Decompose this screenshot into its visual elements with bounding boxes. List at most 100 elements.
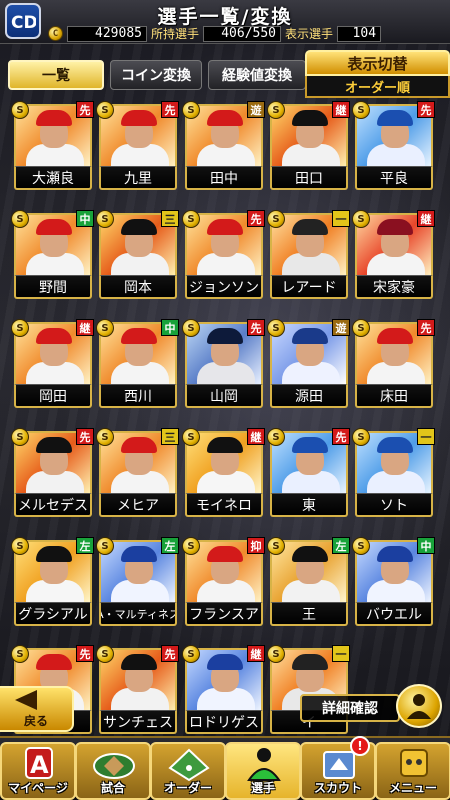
player-name: メルセデス	[14, 493, 92, 517]
coin-count: 429085	[67, 25, 147, 42]
player-cap	[207, 219, 243, 235]
position-badge: 継	[247, 645, 265, 662]
nav-game-label: 試合	[100, 781, 125, 795]
player-card[interactable]: A・マルティネス S 左	[96, 537, 179, 626]
position-badge: 継	[247, 428, 265, 445]
player-cap	[207, 437, 243, 453]
position-badge: 三	[161, 428, 179, 445]
nav-order[interactable]: オーダー	[150, 742, 226, 800]
rank-s-icon: S	[11, 645, 29, 663]
player-cap	[36, 654, 72, 670]
player-cap	[36, 328, 72, 344]
rank-s-icon: S	[182, 319, 200, 337]
player-icon	[247, 748, 281, 781]
player-card[interactable]: 岡本 S 三	[96, 210, 179, 299]
back-button[interactable]: 戻る	[0, 686, 74, 732]
player-name: ソト	[355, 493, 433, 517]
tab-list[interactable]: 一覧	[8, 60, 104, 90]
player-card[interactable]: ソト S 一	[352, 428, 435, 517]
player-card[interactable]: 大瀬良 S 先	[11, 101, 94, 190]
shown-label: 表示選手	[285, 27, 334, 41]
nav-order-label: オーダー	[163, 781, 212, 795]
nav-scout-label: スカウト	[313, 781, 362, 795]
player-cap	[121, 437, 157, 453]
player-name: グラシアル	[14, 602, 92, 626]
player-cap	[121, 110, 157, 126]
display-switch-button[interactable]: 表示切替 オーダー順	[305, 50, 450, 100]
player-name: A・マルティネス	[99, 602, 177, 626]
rank-s-icon: S	[352, 101, 370, 119]
player-card[interactable]: 宋家豪 S 継	[352, 210, 435, 299]
rank-s-icon: S	[352, 537, 370, 555]
player-card[interactable]: メヒア S 三	[96, 428, 179, 517]
position-badge: 左	[332, 537, 350, 554]
owned-label: 所持選手	[151, 27, 200, 41]
detail-button[interactable]: 詳細確認	[300, 684, 445, 728]
player-card[interactable]: 野間 S 中	[11, 210, 94, 299]
player-card[interactable]: フランスア S 抑	[182, 537, 265, 626]
player-card[interactable]: レアード S 一	[267, 210, 350, 299]
player-name: 東	[270, 493, 348, 517]
nav-mypage[interactable]: A マイページ	[0, 742, 76, 800]
rank-s-icon: S	[11, 428, 29, 446]
player-card[interactable]: 床田 S 先	[352, 319, 435, 408]
player-card[interactable]: 山岡 S 先	[182, 319, 265, 408]
tab-bar: 一覧 コイン変換 経験値変換	[8, 60, 306, 94]
player-card[interactable]: サンチェス S 先	[96, 645, 179, 734]
position-badge: 中	[417, 537, 435, 554]
display-switch-label: 表示切替	[305, 50, 450, 76]
rank-s-icon: S	[11, 101, 29, 119]
player-card[interactable]: グラシアル S 左	[11, 537, 94, 626]
player-card[interactable]: 岡田 S 継	[11, 319, 94, 408]
owned-count: 406/550	[203, 25, 282, 42]
player-card[interactable]: ロドリゲス S 継	[182, 645, 265, 734]
player-name: 床田	[355, 384, 433, 408]
player-card[interactable]: モイネロ S 継	[182, 428, 265, 517]
nav-scout[interactable]: スカウト !	[300, 736, 376, 800]
nav-game[interactable]: 試合	[75, 742, 151, 800]
player-name: 田口	[270, 166, 348, 190]
player-cap	[207, 328, 243, 344]
player-name: 大瀬良	[14, 166, 92, 190]
player-cap	[121, 219, 157, 235]
player-name: 岡本	[99, 275, 177, 299]
mypage-icon: A	[25, 747, 53, 779]
player-cap	[377, 219, 413, 235]
player-card[interactable]: ジョンソン S 先	[182, 210, 265, 299]
nav-mypage-label: マイページ	[8, 781, 68, 795]
header-bar: CD 選手一覧/変換 C 429085 所持選手 406/550 表示選手 10…	[0, 0, 450, 44]
position-badge: 三	[161, 210, 179, 227]
tab-exp-convert[interactable]: 経験値変換	[208, 60, 306, 90]
rank-s-icon: S	[96, 101, 114, 119]
player-card[interactable]: メルセデス S 先	[11, 428, 94, 517]
player-name: 王	[270, 602, 348, 626]
rank-s-icon: S	[96, 428, 114, 446]
player-card[interactable]: 東 S 先	[267, 428, 350, 517]
player-card[interactable]: 西川 S 中	[96, 319, 179, 408]
tab-coin-convert[interactable]: コイン変換	[110, 60, 202, 90]
position-badge: 先	[332, 428, 350, 445]
player-card[interactable]: 田口 S 継	[267, 101, 350, 190]
rank-s-icon: S	[96, 210, 114, 228]
scout-notification-badge: !	[350, 736, 370, 756]
player-card[interactable]: 平良 S 先	[352, 101, 435, 190]
nav-menu[interactable]: メニュー	[375, 742, 450, 800]
position-badge: 左	[161, 537, 179, 554]
player-card[interactable]: 九里 S 先	[96, 101, 179, 190]
position-badge: 先	[76, 428, 94, 445]
position-badge: 遊	[247, 101, 265, 118]
player-card[interactable]: 王 S 左	[267, 537, 350, 626]
player-name: 野間	[14, 275, 92, 299]
player-card[interactable]: バウエル S 中	[352, 537, 435, 626]
player-name: 西川	[99, 384, 177, 408]
player-cap	[377, 546, 413, 562]
rank-s-icon: S	[267, 428, 285, 446]
player-name: レアード	[270, 275, 348, 299]
player-card[interactable]: 田中 S 遊	[182, 101, 265, 190]
nav-players[interactable]: 選手	[225, 742, 301, 800]
player-card[interactable]: 源田 S 遊	[267, 319, 350, 408]
rank-s-icon: S	[267, 537, 285, 555]
position-badge: 継	[332, 101, 350, 118]
player-name: 九里	[99, 166, 177, 190]
position-badge: 中	[161, 319, 179, 336]
